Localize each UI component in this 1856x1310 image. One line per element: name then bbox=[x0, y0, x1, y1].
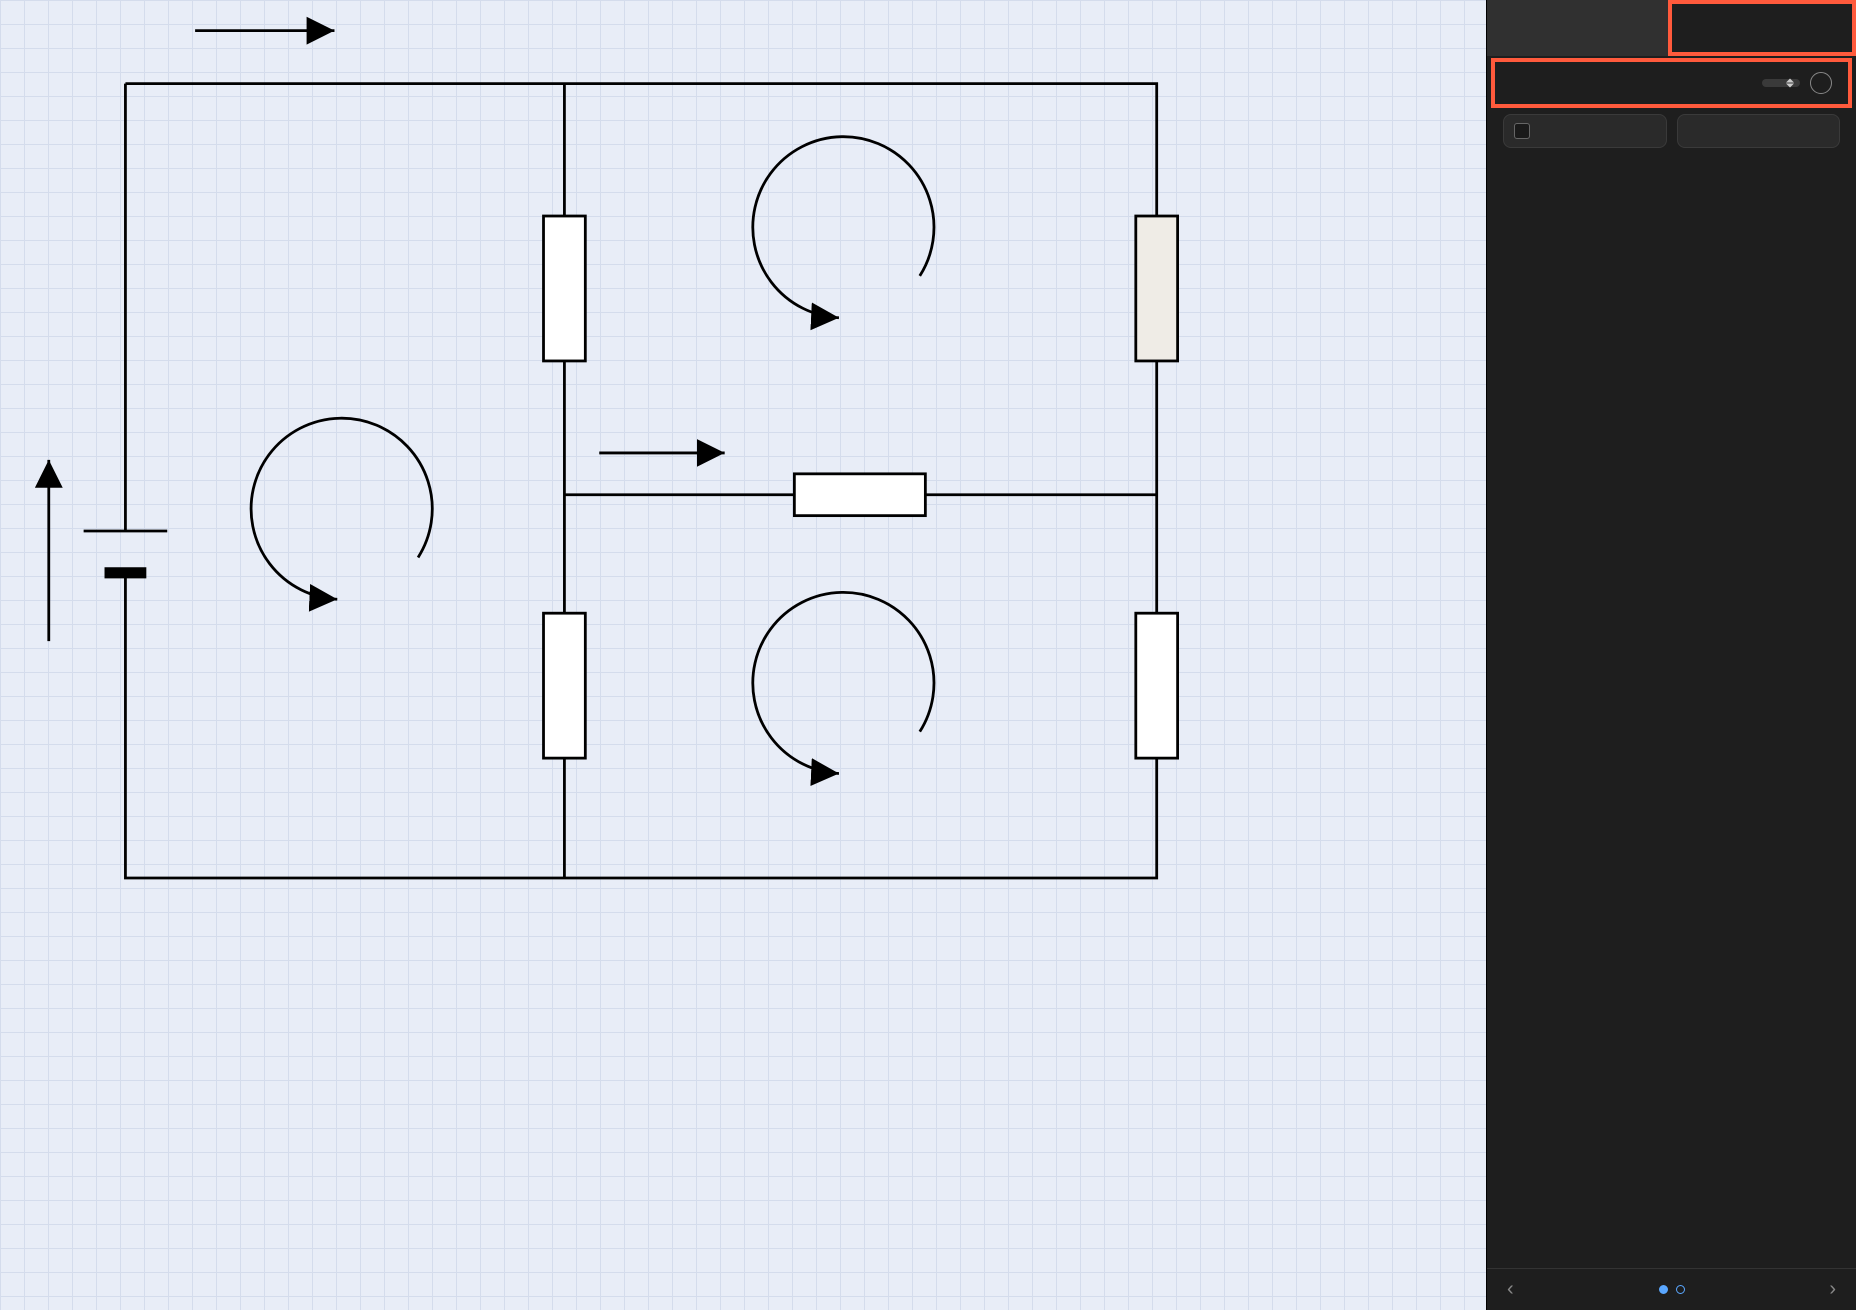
pager-dot-2[interactable] bbox=[1676, 1285, 1685, 1294]
select-chevrons-icon bbox=[1786, 79, 1794, 88]
swatch-pager: ‹ › bbox=[1487, 1268, 1856, 1310]
checkbox-icon bbox=[1514, 123, 1530, 139]
panel-tabs bbox=[1487, 0, 1856, 56]
tab-diagram[interactable] bbox=[1487, 0, 1668, 56]
sketch-toggle[interactable] bbox=[1503, 114, 1667, 148]
side-panel: ‹ › bbox=[1486, 0, 1856, 1310]
pager-prev[interactable]: ‹ bbox=[1501, 1274, 1520, 1305]
pager-next[interactable]: › bbox=[1823, 1274, 1842, 1305]
pager-dots bbox=[1659, 1285, 1685, 1294]
help-icon[interactable] bbox=[1810, 72, 1832, 94]
diagram-canvas[interactable] bbox=[0, 0, 1486, 1310]
adaptive-colors-select[interactable] bbox=[1762, 79, 1800, 87]
rounded-toggle[interactable] bbox=[1677, 114, 1841, 148]
adaptive-colors-row bbox=[1491, 58, 1852, 108]
tab-style[interactable] bbox=[1668, 0, 1856, 56]
style-toggles bbox=[1487, 108, 1856, 160]
pager-dot-1[interactable] bbox=[1659, 1285, 1668, 1294]
style-swatch-grid bbox=[1487, 160, 1856, 1268]
circuit-svg bbox=[0, 0, 1486, 1310]
